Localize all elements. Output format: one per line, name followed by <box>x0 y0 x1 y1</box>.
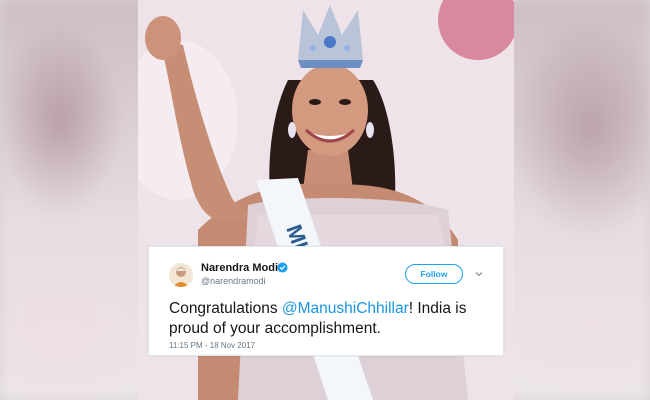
mention-link[interactable]: @ManushiChhillar <box>282 300 409 317</box>
tweet-text: Congratulations @ManushiChhillar! India … <box>169 299 489 339</box>
tweet-timestamp[interactable]: 11:15 PM - 18 Nov 2017 <box>169 341 255 350</box>
chevron-down-icon[interactable] <box>474 269 484 279</box>
author-handle[interactable]: @narendramodi <box>201 276 266 286</box>
follow-button[interactable]: Follow <box>405 264 463 284</box>
verified-badge-icon <box>277 262 288 273</box>
avatar[interactable] <box>169 263 193 287</box>
embedded-tweet-card[interactable]: Narendra Modi @narendramodi Follow Congr… <box>148 246 504 356</box>
tweet-text-start: Congratulations <box>169 300 282 317</box>
author-name[interactable]: Narendra Modi <box>201 262 278 274</box>
